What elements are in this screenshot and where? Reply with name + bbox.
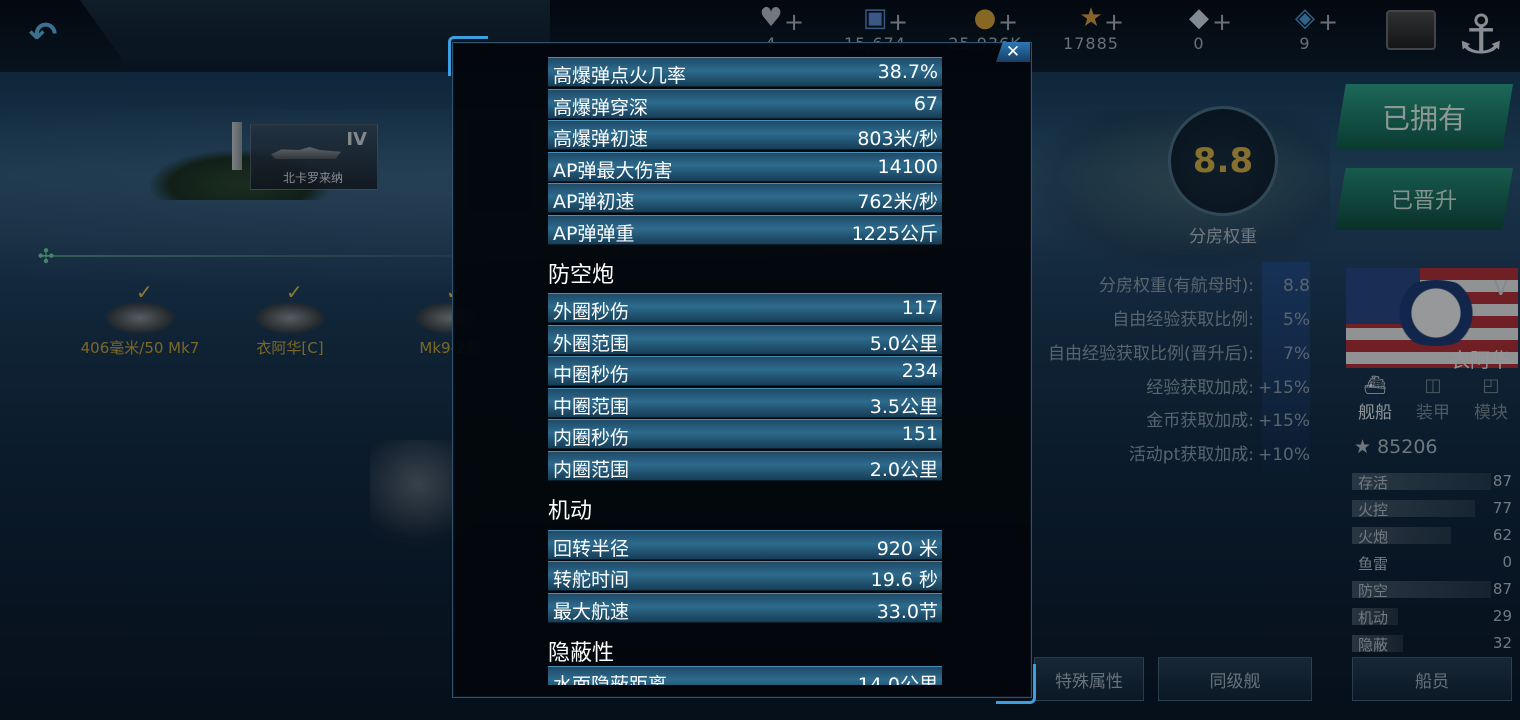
attribute-value: 33.0节	[876, 601, 938, 623]
attribute-value: 67	[913, 93, 938, 115]
attribute-value: 920 米	[876, 538, 938, 560]
section-title: 防空炮	[548, 263, 615, 288]
attribute-value: 762米/秒	[857, 191, 938, 213]
attribute-value: 803米/秒	[857, 128, 938, 150]
attribute-row: 外圈秒伤 117	[548, 293, 942, 323]
dialog-corner-decoration	[448, 36, 488, 76]
attribute-name: 高爆弹点火几率	[553, 65, 687, 87]
attribute-name: AP弹初速	[553, 191, 635, 213]
attribute-value: 1225公斤	[851, 223, 938, 245]
attribute-row: 中圈范围 3.5公里	[548, 388, 942, 418]
attribute-row: 外圈范围 5.0公里	[548, 325, 942, 355]
close-icon: ✕	[1005, 41, 1021, 62]
attribute-row: 内圈秒伤 151	[548, 419, 942, 449]
attribute-row: 高爆弹初速 803米/秒	[548, 120, 942, 150]
attribute-name: 高爆弹穿深	[553, 97, 649, 119]
attribute-row: 中圈秒伤 234	[548, 356, 942, 386]
attribute-name: 转舵时间	[553, 569, 630, 591]
attribute-name: 水面隐蔽距离	[553, 674, 668, 685]
attribute-value: 151	[901, 423, 938, 445]
attribute-name: 内圈秒伤	[553, 427, 630, 449]
attribute-row: 内圈范围 2.0公里	[548, 451, 942, 481]
attribute-value: 19.6 秒	[870, 569, 938, 591]
attribute-name: 高爆弹初速	[553, 128, 649, 150]
attribute-value: 234	[901, 360, 938, 382]
attribute-name: 内圈范围	[553, 459, 630, 481]
section-title: 机动	[548, 499, 593, 524]
dialog-corner-decoration	[996, 664, 1036, 704]
attribute-name: 中圈秒伤	[553, 364, 630, 386]
attribute-value: 5.0公里	[869, 333, 938, 355]
attribute-value: 3.5公里	[869, 396, 938, 418]
attribute-name: 回转半径	[553, 538, 630, 560]
attributes-scroll-area[interactable]: 高爆弹点火几率 38.7% 高爆弹穿深 67 高爆弹初速 803米/秒 AP弹最大伤害 141…	[453, 55, 1031, 685]
attribute-row: AP弹初速 762米/秒	[548, 183, 942, 213]
game-screen: ↶ ♥ + 4 ▣ + 15,674 ● + 25,936K ★ + 17885…	[0, 0, 1520, 720]
attribute-row: 回转半径 920 米	[548, 530, 942, 560]
attribute-value: 38.7%	[877, 61, 938, 83]
attribute-row: AP弹弹重 1225公斤	[548, 215, 942, 245]
ship-attributes-dialog: 高爆弹点火几率 38.7% 高爆弹穿深 67 高爆弹初速 803米/秒 AP弹最大伤害 141…	[452, 42, 1032, 698]
attribute-name: 外圈秒伤	[553, 301, 630, 323]
attribute-name: 中圈范围	[553, 396, 630, 418]
attribute-row: 高爆弹点火几率 38.7%	[548, 57, 942, 87]
attribute-name: AP弹弹重	[553, 223, 635, 245]
section-title: 隐蔽性	[548, 641, 615, 666]
attribute-row: 高爆弹穿深 67	[548, 89, 942, 119]
attribute-row: 水面隐蔽距离 14.0公里	[548, 666, 942, 685]
attribute-name: 外圈范围	[553, 333, 630, 355]
attribute-row: AP弹最大伤害 14100	[548, 152, 942, 182]
attribute-value: 117	[901, 297, 938, 319]
attribute-value: 14100	[877, 156, 938, 178]
attribute-value: 14.0公里	[857, 674, 938, 685]
attribute-name: 最大航速	[553, 601, 630, 623]
attribute-name: AP弹最大伤害	[553, 160, 673, 182]
attribute-value: 2.0公里	[869, 459, 938, 481]
attribute-row: 转舵时间 19.6 秒	[548, 561, 942, 591]
attribute-row: 最大航速 33.0节	[548, 593, 942, 623]
